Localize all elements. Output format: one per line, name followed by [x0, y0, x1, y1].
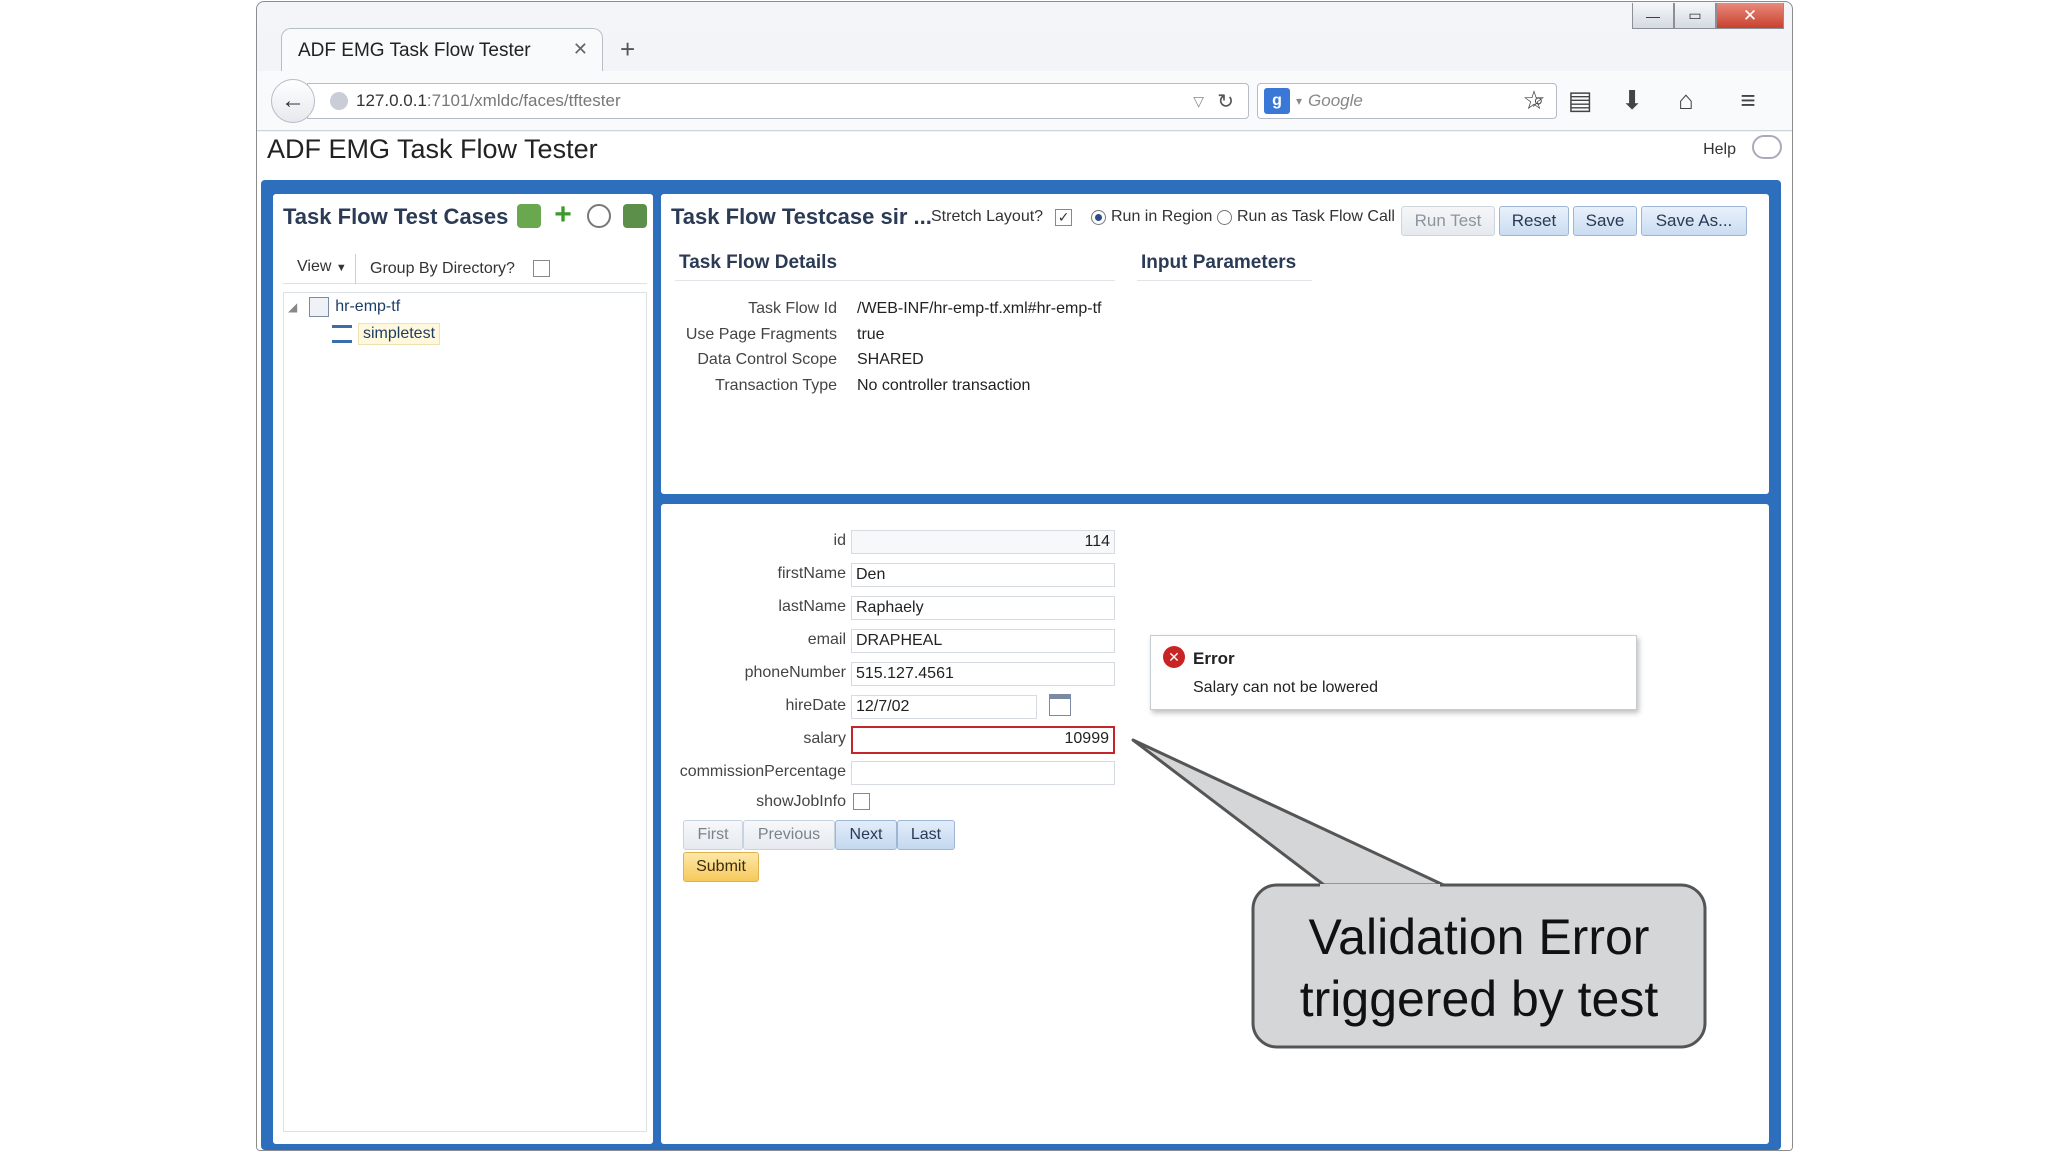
callout-text: Validation Error triggered by test: [1253, 888, 1705, 1048]
callout-line-1: Validation Error: [1308, 909, 1650, 965]
callout-line-2: triggered by test: [1299, 971, 1659, 1027]
callout-bubble: [1131, 738, 1707, 1049]
